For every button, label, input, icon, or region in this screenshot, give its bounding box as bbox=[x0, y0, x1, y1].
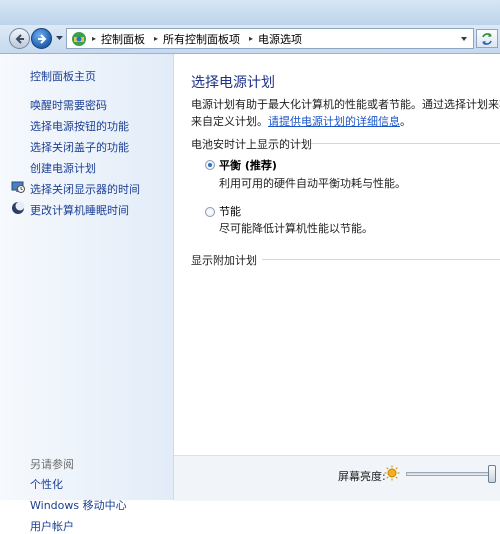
back-button[interactable] bbox=[9, 28, 30, 49]
sidebar-item-user-accounts[interactable]: 用户帐户 bbox=[30, 518, 74, 534]
address-dropdown-icon[interactable] bbox=[459, 34, 469, 44]
brightness-bar: 屏幕亮度: bbox=[174, 455, 500, 501]
window-title-bar bbox=[0, 0, 500, 25]
brightness-label: 屏幕亮度: bbox=[338, 470, 386, 483]
sidebar-item-sleep-time[interactable]: 更改计算机睡眠时间 bbox=[30, 202, 129, 218]
breadcrumb-separator[interactable]: ▸ bbox=[149, 34, 163, 43]
sidebar-item-personalization[interactable]: 个性化 bbox=[30, 476, 63, 492]
sidebar-item-create-plan[interactable]: 创建电源计划 bbox=[30, 160, 96, 176]
control-panel-icon bbox=[72, 31, 86, 46]
plan-radio-balanced[interactable] bbox=[205, 160, 215, 170]
page-title: 选择电源计划 bbox=[191, 75, 275, 91]
sidebar-item-lid-close[interactable]: 选择关闭盖子的功能 bbox=[30, 139, 129, 155]
breadcrumb[interactable]: ▸ 控制面板 ▸ 所有控制面板项 ▸ 电源选项 bbox=[66, 28, 474, 49]
sidebar-item-control-panel-home[interactable]: 控制面板主页 bbox=[30, 68, 96, 84]
refresh-button[interactable] bbox=[476, 29, 498, 48]
sidebar-item-display-off-time[interactable]: 选择关闭显示器的时间 bbox=[30, 181, 140, 197]
main-content: 选择电源计划 电源计划有助于最大化计算机的性能或者节能。通过选择计划来将其激活，… bbox=[174, 54, 500, 500]
breadcrumb-separator[interactable]: ▸ bbox=[244, 34, 258, 43]
description-prefix: 来自定义计划。 bbox=[191, 115, 268, 128]
section-divider bbox=[262, 259, 500, 260]
plan-name-balanced[interactable]: 平衡 (推荐) bbox=[219, 157, 277, 173]
description-line-2: 来自定义计划。请提供电源计划的详细信息。 bbox=[191, 113, 500, 130]
breadcrumb-control-panel[interactable]: 控制面板 bbox=[101, 31, 145, 47]
breadcrumb-power-options[interactable]: 电源选项 bbox=[258, 31, 302, 47]
plan-name-power-saver[interactable]: 节能 bbox=[219, 203, 241, 219]
breadcrumb-all-items[interactable]: 所有控制面板项 bbox=[163, 31, 240, 47]
sidebar-item-power-button[interactable]: 选择电源按钮的功能 bbox=[30, 118, 129, 134]
monitor-clock-icon bbox=[11, 181, 25, 193]
plan-radio-power-saver[interactable] bbox=[205, 207, 215, 217]
description-suffix: 。 bbox=[400, 115, 411, 128]
plan-details-link[interactable]: 请提供电源计划的详细信息 bbox=[268, 115, 400, 128]
show-additional-plans[interactable]: 显示附加计划 bbox=[191, 252, 257, 268]
see-also-heading: 另请参阅 bbox=[30, 458, 74, 471]
breadcrumb-separator[interactable]: ▸ bbox=[87, 34, 101, 43]
brightness-slider-thumb[interactable] bbox=[488, 465, 496, 483]
plan-desc-power-saver: 尽可能降低计算机性能以节能。 bbox=[219, 222, 373, 235]
forward-arrow-icon bbox=[37, 33, 46, 44]
sidebar-item-wake-password[interactable]: 唤醒时需要密码 bbox=[30, 97, 107, 113]
page-description: 电源计划有助于最大化计算机的性能或者节能。通过选择计划来将其激活，或选择一个计划… bbox=[191, 96, 500, 130]
sidebar-item-mobility-center[interactable]: Windows 移动中心 bbox=[30, 497, 127, 513]
section-heading-battery-plans: 电池安时计上显示的计划 bbox=[191, 138, 312, 151]
plan-desc-balanced: 利用可用的硬件自动平衡功耗与性能。 bbox=[219, 177, 406, 190]
sun-icon bbox=[384, 465, 400, 481]
section-divider bbox=[311, 143, 500, 144]
forward-button[interactable] bbox=[31, 28, 52, 49]
back-arrow-icon bbox=[15, 33, 24, 44]
recent-pages-dropdown-icon[interactable] bbox=[55, 33, 64, 43]
brightness-slider-track[interactable] bbox=[406, 472, 492, 476]
address-toolbar: ▸ 控制面板 ▸ 所有控制面板项 ▸ 电源选项 bbox=[0, 25, 500, 54]
moon-icon bbox=[12, 201, 25, 214]
refresh-icon bbox=[482, 32, 492, 45]
description-line-1: 电源计划有助于最大化计算机的性能或者节能。通过选择计划来将其激活，或选择一个计划… bbox=[191, 98, 500, 111]
sidebar: 控制面板主页 唤醒时需要密码 选择电源按钮的功能 选择关闭盖子的功能 创建电源计… bbox=[0, 54, 174, 533]
